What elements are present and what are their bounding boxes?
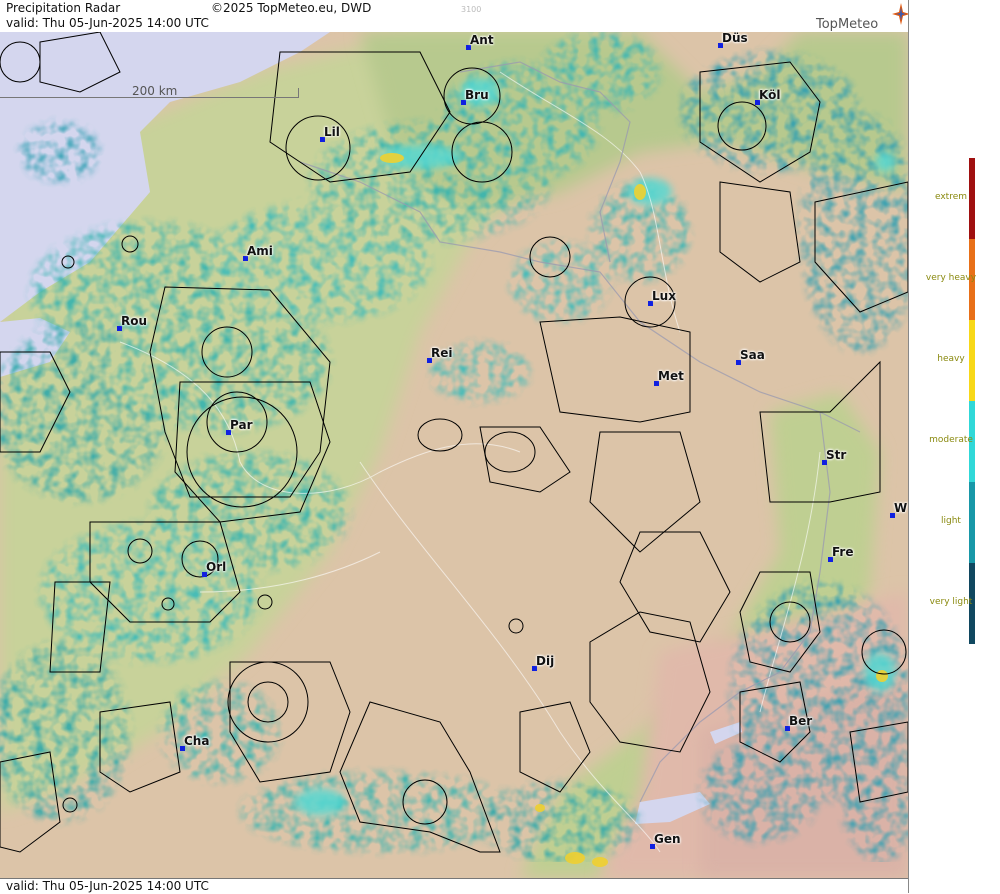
- city-label: Dij: [536, 654, 555, 668]
- city-label: Met: [658, 369, 684, 383]
- scale-line: [0, 97, 298, 98]
- city-label: Orl: [206, 560, 227, 574]
- scale-tick: [298, 88, 299, 98]
- city-label: Ber: [789, 714, 813, 728]
- scale-label: 200 km: [132, 84, 178, 98]
- map-header: Precipitation Radar ©2025 TopMeteo.eu, D…: [0, 0, 910, 33]
- city-label: Lux: [652, 289, 676, 303]
- radar-map[interactable]: 200 km Ant Düs Bru Köl Lil Ami Lux Rou Rei Saa Met…: [0, 32, 908, 878]
- city-label: Ant: [470, 33, 494, 47]
- city-label: Rou: [121, 314, 148, 328]
- legend-label: very heavy: [925, 273, 977, 283]
- scale-bar: 200 km: [0, 84, 300, 100]
- precipitation-legend: extrem very heavy heavy moderate light very l…: [908, 0, 1000, 893]
- city-label: Köl: [759, 88, 781, 102]
- city-label: Str: [826, 448, 847, 462]
- city-label: Bru: [465, 88, 489, 102]
- legend-label: very light: [929, 597, 973, 607]
- topmeteo-logo[interactable]: TopMeteo: [816, 3, 910, 32]
- legend-label: extrem: [934, 192, 968, 202]
- legend-label: heavy: [937, 354, 965, 364]
- city-label: W: [894, 501, 908, 515]
- copyright-text: ©2025 TopMeteo.eu, DWD: [211, 1, 372, 15]
- city-label: Par: [230, 418, 253, 432]
- city-label: Ami: [247, 244, 273, 258]
- logo-text: TopMeteo: [816, 17, 879, 32]
- map-footer: valid: Thu 05-Jun-2025 14:00 UTC: [0, 878, 908, 894]
- city-label: Saa: [740, 348, 765, 362]
- city-label: Lil: [324, 125, 340, 139]
- legend-label: moderate: [929, 435, 973, 445]
- legend-label: light: [941, 516, 961, 526]
- product-title: Precipitation Radar: [6, 1, 121, 15]
- city-label: Düs: [722, 32, 748, 45]
- city-label: Gen: [654, 832, 681, 846]
- faint-number: 3100: [461, 5, 482, 14]
- city-label: Cha: [184, 734, 210, 748]
- city-label: Fre: [832, 545, 854, 559]
- valid-time-footer: valid: Thu 05-Jun-2025 14:00 UTC: [6, 879, 209, 893]
- map-canvas: [0, 32, 908, 878]
- valid-time-header: valid: Thu 05-Jun-2025 14:00 UTC: [6, 16, 209, 30]
- city-label: Rei: [431, 346, 453, 360]
